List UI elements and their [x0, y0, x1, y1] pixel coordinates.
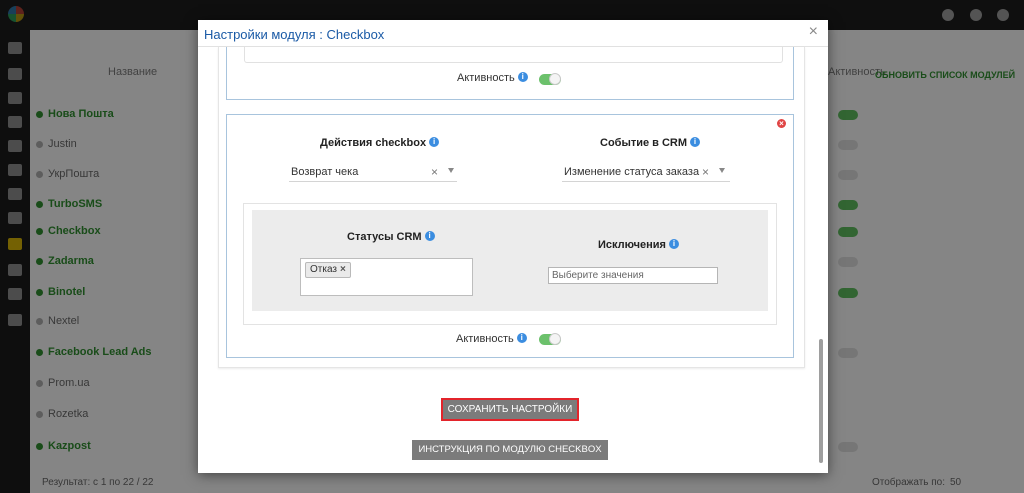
checkbox-action-label: Действия checkbox i: [320, 137, 440, 149]
modal-header: Настройки модуля : Checkbox ×: [198, 20, 828, 47]
info-icon[interactable]: i: [517, 72, 528, 83]
scrollbar-thumb[interactable]: [819, 339, 823, 463]
toggle-knob: [549, 333, 561, 345]
remove-rule-icon[interactable]: ×: [777, 119, 786, 128]
info-icon[interactable]: i: [516, 333, 527, 344]
status-tag: Отказ ×: [305, 262, 351, 278]
info-icon[interactable]: i: [668, 239, 679, 250]
crm-statuses-label: Статусы CRM i: [347, 231, 435, 243]
close-icon[interactable]: ×: [809, 23, 818, 41]
crm-event-label: Событие в CRM i: [600, 137, 701, 149]
clear-icon[interactable]: ×: [431, 165, 438, 179]
save-settings-button[interactable]: СОХРАНИТЬ НАСТРОЙКИ: [441, 398, 579, 421]
toggle-knob: [549, 73, 561, 85]
checkbox-action-value: Возврат чека: [291, 166, 359, 178]
exclusions-label: Исключения i: [598, 239, 679, 251]
modal-title: Настройки модуля : Checkbox: [204, 27, 385, 42]
activity-label: Активность i: [457, 72, 528, 84]
chevron-down-icon[interactable]: [448, 168, 454, 173]
module-settings-modal: Настройки модуля : Checkbox × Активность…: [198, 20, 828, 473]
tag-remove-icon[interactable]: ×: [340, 264, 346, 275]
crm-event-value: Изменение статуса заказа: [564, 166, 700, 178]
info-icon[interactable]: i: [690, 137, 701, 148]
activity-label: Активность i: [456, 333, 527, 345]
checkbox-action-select[interactable]: Возврат чека ×: [289, 163, 457, 182]
info-icon[interactable]: i: [429, 137, 440, 148]
rule-block: × Действия checkbox i Событие в CRM i Возв…: [226, 114, 794, 358]
module-instruction-button[interactable]: ИНСТРУКЦИЯ ПО МОДУЛЮ CHECKBOX: [412, 440, 608, 460]
crm-statuses-multiselect[interactable]: Отказ ×: [300, 258, 473, 296]
scrollbar[interactable]: [816, 47, 826, 473]
rule-block-inner: [244, 47, 783, 63]
conditions-area: Статусы CRM i Исключения i Отказ ×: [252, 210, 768, 311]
chevron-down-icon[interactable]: [719, 168, 725, 173]
activity-toggle[interactable]: [539, 73, 561, 85]
activity-toggle[interactable]: [539, 333, 561, 345]
rule-block: Активность i: [226, 47, 794, 100]
info-icon[interactable]: i: [424, 231, 435, 242]
exclusions-input[interactable]: [548, 267, 718, 284]
conditions-box: Статусы CRM i Исключения i Отказ ×: [243, 203, 777, 325]
crm-event-select[interactable]: Изменение статуса заказа ×: [562, 163, 730, 182]
clear-icon[interactable]: ×: [702, 165, 709, 179]
